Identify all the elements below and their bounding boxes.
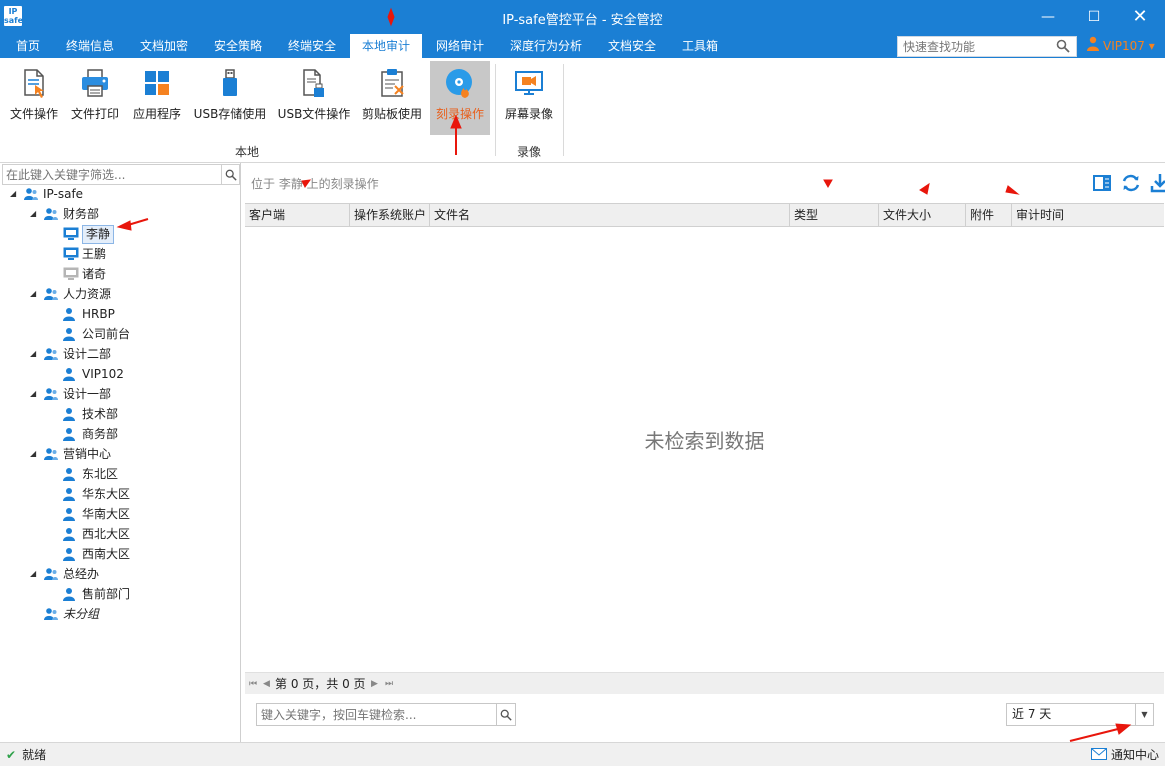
annotation-arrow xyxy=(127,218,149,226)
annotation-arrow xyxy=(1115,723,1132,735)
annotation-arrow xyxy=(1069,728,1119,742)
annotation-arrow xyxy=(301,179,312,188)
annotation-arrow xyxy=(919,182,930,195)
annotation-arrow xyxy=(1005,185,1020,195)
annotation-layer xyxy=(116,7,1132,742)
annotation-arrow xyxy=(823,179,833,189)
annotation-arrow xyxy=(387,7,395,27)
annotation-arrow xyxy=(450,114,462,129)
annotation-arrow xyxy=(116,220,132,231)
